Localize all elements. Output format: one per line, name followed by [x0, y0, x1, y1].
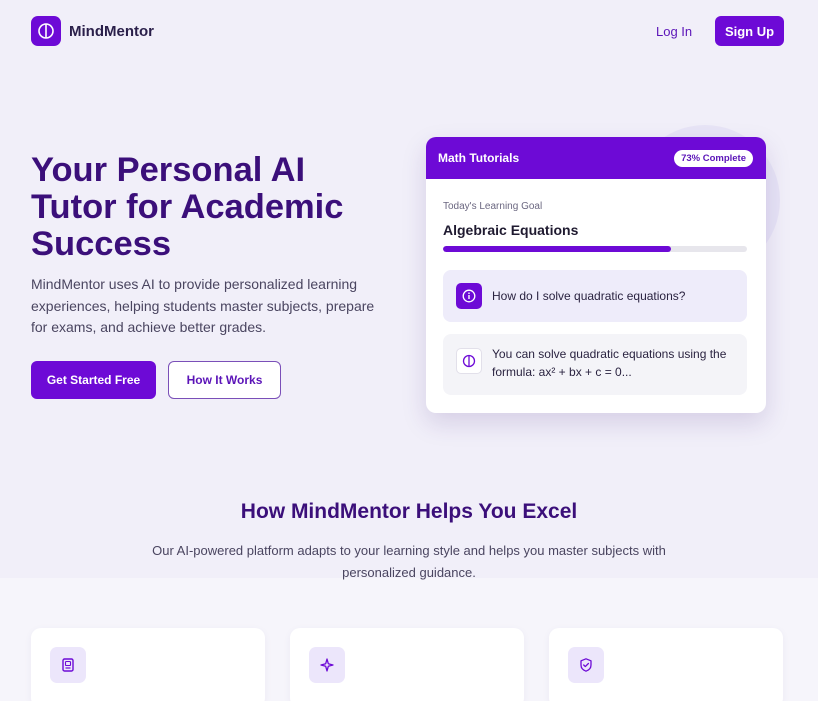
book-icon: [50, 647, 86, 683]
goal-progress-bar: [443, 246, 747, 252]
goal-label: Today's Learning Goal: [443, 201, 543, 212]
hero-description: MindMentor uses AI to provide personaliz…: [31, 276, 375, 335]
brain-icon: [31, 16, 61, 46]
goal-title: Algebraic Equations: [443, 222, 579, 238]
shield-check-icon: [568, 647, 604, 683]
get-started-button[interactable]: Get Started Free: [31, 361, 156, 399]
login-link[interactable]: Log In: [648, 22, 700, 41]
question-text: How do I solve quadratic equations?: [492, 289, 686, 303]
how-it-works-button[interactable]: How It Works: [168, 361, 281, 399]
answer-text: You can solve quadratic equations using …: [492, 347, 727, 379]
hero-title: Your Personal AI Tutor for Academic Succ…: [31, 151, 344, 263]
feature-card-2: [290, 628, 524, 701]
tutorial-card: Math Tutorials 73% Complete Today's Lear…: [426, 137, 766, 413]
sparkle-icon: [309, 647, 345, 683]
card-header: Math Tutorials 73% Complete: [426, 137, 766, 179]
section-title: How MindMentor Helps You Excel: [240, 500, 578, 523]
brand-logo[interactable]: MindMentor: [31, 16, 154, 46]
section-description: Our AI-powered platform adapts to your l…: [152, 543, 666, 580]
info-icon: [456, 283, 482, 309]
card-title: Math Tutorials: [438, 151, 520, 165]
feature-card-3: [549, 628, 783, 701]
answer-bubble: You can solve quadratic equations using …: [443, 334, 747, 395]
brain-icon: [456, 348, 482, 374]
progress-badge: 73% Complete: [674, 149, 753, 167]
goal-progress-fill: [443, 246, 671, 252]
question-bubble: How do I solve quadratic equations?: [443, 270, 747, 322]
signup-button[interactable]: Sign Up: [715, 16, 784, 46]
brand-name: MindMentor: [69, 22, 154, 40]
feature-card-1: [31, 628, 265, 701]
